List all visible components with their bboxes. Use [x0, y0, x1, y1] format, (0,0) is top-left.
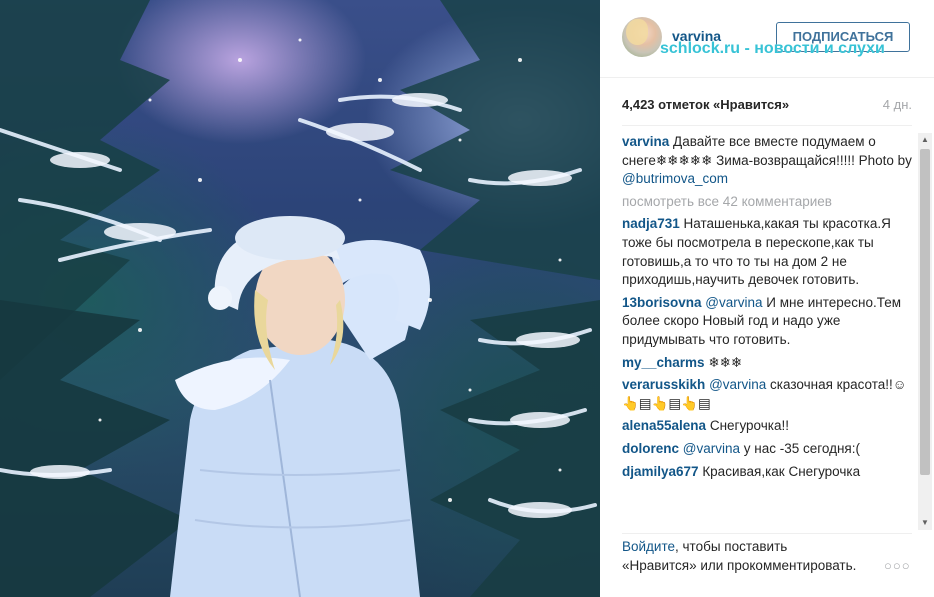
caption-mention[interactable]: @butrimova_com: [622, 171, 728, 186]
caption: varvina Давайте все вместе подумаем о сн…: [622, 133, 912, 189]
comment-item: djamilya677 Красивая,как Снегурочка: [622, 463, 912, 482]
login-prompt: Войдите, чтобы поставить «Нравится» или …: [622, 538, 862, 575]
comment-text: Снегурочка!!: [706, 418, 790, 434]
comment-username[interactable]: dolorenc: [622, 441, 679, 456]
divider: [622, 125, 912, 126]
scroll-down-arrow-icon[interactable]: ▼: [918, 516, 932, 530]
comment-mention[interactable]: @varvina: [702, 295, 762, 310]
watermark-text: schlock.ru - новости и слухи: [660, 40, 885, 57]
footer-divider: [622, 533, 912, 534]
comment-text: Красивая,как Снегурочка: [698, 463, 861, 479]
comment-username[interactable]: djamilya677: [622, 464, 699, 479]
comment-username[interactable]: alena55alena: [622, 418, 706, 433]
comment-username[interactable]: verarusskikh: [622, 377, 705, 392]
comment-text: ❄❄❄: [704, 354, 743, 370]
view-all-comments-link[interactable]: посмотреть все 42 комментариев: [622, 193, 912, 212]
post-side-panel: varvina ПОДПИСАТЬСЯ schlock.ru - новости…: [600, 0, 934, 597]
scrollbar-thumb[interactable]: [920, 149, 930, 475]
comment-username[interactable]: 13borisovna: [622, 295, 702, 310]
comments-scrollbar[interactable]: ▲ ▼: [918, 133, 932, 530]
comments-list: varvina Давайте все вместе подумаем о сн…: [622, 133, 912, 530]
login-link[interactable]: Войдите: [622, 539, 675, 554]
ellipsis-icon[interactable]: ○○○: [884, 558, 911, 573]
comment-item: nadja731 Наташенька,какая ты красотка.Я …: [622, 215, 912, 289]
post-photo[interactable]: [0, 0, 600, 597]
comment-username[interactable]: my__charms: [622, 355, 705, 370]
comment-item: dolorenc @varvina у нас -35 сегодня:(: [622, 440, 912, 459]
comment-item: my__charms ❄❄❄: [622, 354, 912, 373]
scroll-up-arrow-icon[interactable]: ▲: [918, 133, 932, 147]
comment-mention[interactable]: @varvina: [679, 441, 740, 456]
photo-illustration: [0, 0, 600, 597]
comment-text: у нас -35 сегодня:(: [740, 440, 860, 456]
post-time[interactable]: 4 дн.: [883, 97, 912, 112]
post-header: varvina ПОДПИСАТЬСЯ schlock.ru - новости…: [600, 0, 934, 78]
likes-row: 4,423 отметок «Нравится» 4 дн.: [622, 97, 912, 117]
comment-item: 13borisovna @varvina И мне интересно.Тем…: [622, 294, 912, 350]
likes-count: 4,423 отметок «Нравится»: [622, 97, 790, 112]
comment-mention[interactable]: @varvina: [705, 377, 766, 392]
caption-username[interactable]: varvina: [622, 134, 669, 149]
comment-item: verarusskikh @varvina сказочная красота!…: [622, 376, 912, 413]
comment-item: alena55alena Снегурочка!!: [622, 417, 912, 436]
avatar[interactable]: [622, 17, 662, 57]
comment-username[interactable]: nadja731: [622, 216, 680, 231]
